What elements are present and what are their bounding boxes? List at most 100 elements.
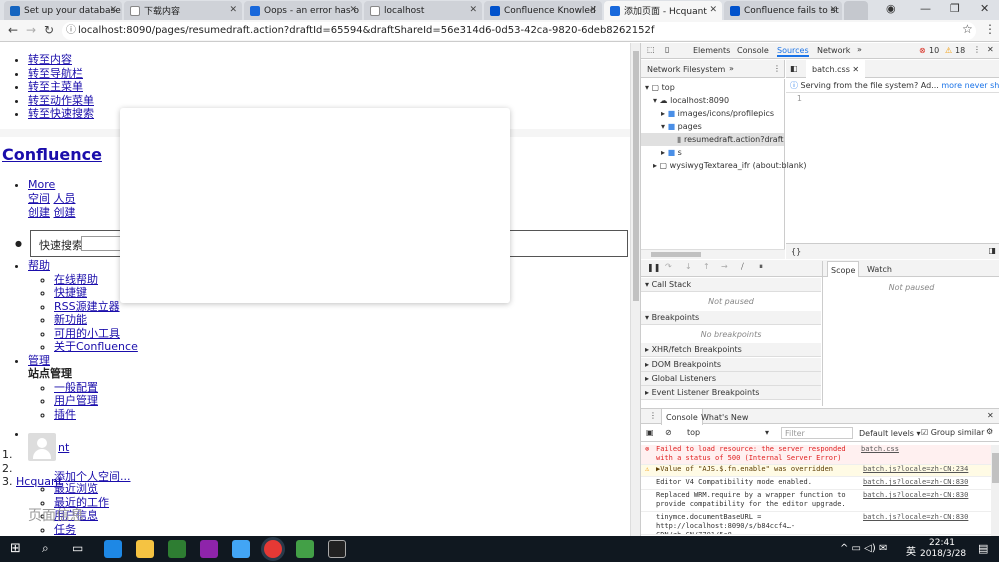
admin-item[interactable]: 一般配置 [54,381,98,394]
menu-dots-icon[interactable]: ⋮ [984,22,996,36]
tab-elements[interactable]: Elements [693,46,730,55]
help-item[interactable]: 可用的小工具 [54,327,120,340]
admin-link[interactable]: 管理 [28,354,50,367]
file-explorer-icon[interactable] [136,540,154,558]
close-tab-icon[interactable]: ✕ [229,5,237,15]
chrome-icon[interactable] [264,540,282,558]
clock[interactable]: 22:41 2018/3/28 [920,538,966,560]
user-item[interactable]: 最近浏览 [54,482,98,495]
skip-link[interactable]: 转至内容 [28,53,94,67]
help-item[interactable]: 在线帮助 [54,273,98,286]
profile-icon[interactable]: ◉ [886,2,896,15]
console-source-link[interactable]: batch.js?locale=zh-CN:830 [863,491,968,500]
spaces-link[interactable]: 空间 [28,192,50,205]
context-select[interactable]: top ▾ [683,427,773,439]
tab-scope[interactable]: Scope [827,261,860,277]
ie-icon[interactable] [104,540,122,558]
url-field[interactable]: ⓘ localhost:8090/pages/resumedraft.action… [62,22,976,40]
admin-item[interactable]: 用户管理 [54,394,98,407]
remote-desktop-icon[interactable] [232,540,250,558]
tab-watch[interactable]: Watch [867,265,892,274]
skip-link[interactable]: 转至动作菜单 [28,94,94,108]
warning-count[interactable]: 18 [955,46,965,55]
console-source-link[interactable]: batch.css [861,445,899,454]
tree-file-resumedraft[interactable]: ▮ resumedraft.action?draftId=6 [641,133,784,146]
search-icon[interactable]: ⌕ [42,541,49,556]
warning-icon[interactable]: ⚠ [945,46,952,55]
dom-breakpoints-header[interactable]: ▸ DOM Breakpoints [641,358,821,372]
device-icon[interactable]: ▯ [665,45,669,54]
ime-indicator[interactable]: 英 [906,543,916,558]
console-source-link[interactable]: batch.js?locale=zh-CN:830 [863,478,968,487]
tab-network[interactable]: Network [817,46,850,55]
clear-console-icon[interactable]: ⊘ [665,428,672,437]
more-tabs-icon[interactable]: » [857,45,862,54]
tab-localhost[interactable]: localhost ✕ [364,1,482,20]
settings-gear-icon[interactable] [200,540,218,558]
windows-start-icon[interactable]: ⊞ [10,541,21,556]
tab-add-page[interactable]: 添加页面 - Hcquant ✕ [604,1,722,20]
tree-folder-profilepics[interactable]: ▸ ■ images/icons/profilepics [641,107,784,120]
event-listener-breakpoints-header[interactable]: ▸ Event Listener Breakpoints [641,386,821,400]
close-tab-icon[interactable]: ✕ [829,5,837,15]
help-item[interactable]: 新功能 [54,313,87,326]
console-source-link[interactable]: batch.js?locale=zh-CN:830 [863,513,968,522]
tab-sources[interactable]: Sources [777,46,809,57]
admin-item[interactable]: 插件 [54,408,76,421]
page-scrollbar[interactable] [630,43,640,536]
nav-tab-filesystem[interactable]: Filesystem [683,65,725,74]
close-window-icon[interactable]: ✕ [980,2,989,15]
nav-tab-network[interactable]: Network [647,65,680,74]
close-drawer-icon[interactable]: ✕ [987,411,994,420]
close-tab-icon[interactable]: ✕ [349,5,357,15]
help-item[interactable]: RSS源建立器 [54,300,120,313]
breakpoints-header[interactable]: ▾ Breakpoints [641,311,821,325]
tab-setup-database[interactable]: Set up your database ✕ [4,1,122,20]
tree-host[interactable]: ▾ ☁ localhost:8090 [641,94,784,107]
error-icon[interactable]: ⊗ [919,46,926,55]
menu-icon[interactable]: ⋮ [773,64,781,73]
info-more-link[interactable]: more [941,81,962,90]
tree-top[interactable]: ▾ ▢ top [641,81,784,94]
step-over-icon[interactable]: ↷ [665,262,672,271]
tree-folder-pages[interactable]: ▾ ■ pages [641,120,784,133]
toggle-debugger-icon[interactable]: ◨ [988,246,996,255]
reload-icon[interactable]: ↻ [44,23,54,37]
notifications-icon[interactable]: ▤ [978,542,988,555]
skip-link[interactable]: 转至导航栏 [28,67,94,81]
new-tab-button[interactable] [844,1,868,20]
close-tab-icon[interactable]: ✕ [109,5,117,15]
help-item[interactable]: 快捷键 [54,286,87,299]
inspect-icon[interactable]: ⬚ [647,45,655,54]
editor-tab-batch-css[interactable]: batch.css ✕ [806,60,866,78]
more-icon[interactable]: » [729,64,734,73]
toggle-navigator-icon[interactable]: ◧ [790,64,798,73]
tree-hscroll[interactable] [641,249,785,259]
console-scrollbar[interactable] [991,445,999,536]
step-into-icon[interactable]: ↓ [685,262,692,271]
tab-console[interactable]: Console [737,46,769,55]
settings-icon[interactable]: ⋮ [973,45,981,54]
group-similar-checkbox[interactable]: ☑ Group similar [921,428,984,437]
call-stack-header[interactable]: ▾ Call Stack [641,278,821,292]
terminal-icon[interactable] [328,540,346,558]
drawer-menu-icon[interactable]: ⋮ [649,411,657,420]
deactivate-breakpoints-icon[interactable]: ⧸ [741,262,744,272]
tree-folder-s[interactable]: ▸ ■ s [641,146,784,159]
minimize-icon[interactable]: — [920,2,931,15]
drawer-tab-whats-new[interactable]: What's New [701,413,748,422]
step-out-icon[interactable]: ↑ [703,262,710,271]
maximize-icon[interactable]: ❐ [950,2,960,15]
more-link[interactable]: More [28,178,55,191]
console-settings-icon[interactable]: ⚙ [986,427,993,436]
pause-icon[interactable]: ❚❚ [647,263,660,272]
close-tab-icon[interactable]: ✕ [469,5,477,15]
info-never-link[interactable]: never show [965,81,999,90]
system-tray-icons[interactable]: ^ ▭ ◁) ✉ [840,543,887,554]
close-devtools-icon[interactable]: ✕ [987,45,994,54]
tab-downloads[interactable]: 下载内容 ✕ [124,1,242,20]
step-icon[interactable]: → [721,262,728,271]
close-tab-icon[interactable]: ✕ [589,5,597,15]
console-source-link[interactable]: batch.js?locale=zh-CN:234 [863,465,968,474]
create-link[interactable]: 创建 [28,206,50,219]
